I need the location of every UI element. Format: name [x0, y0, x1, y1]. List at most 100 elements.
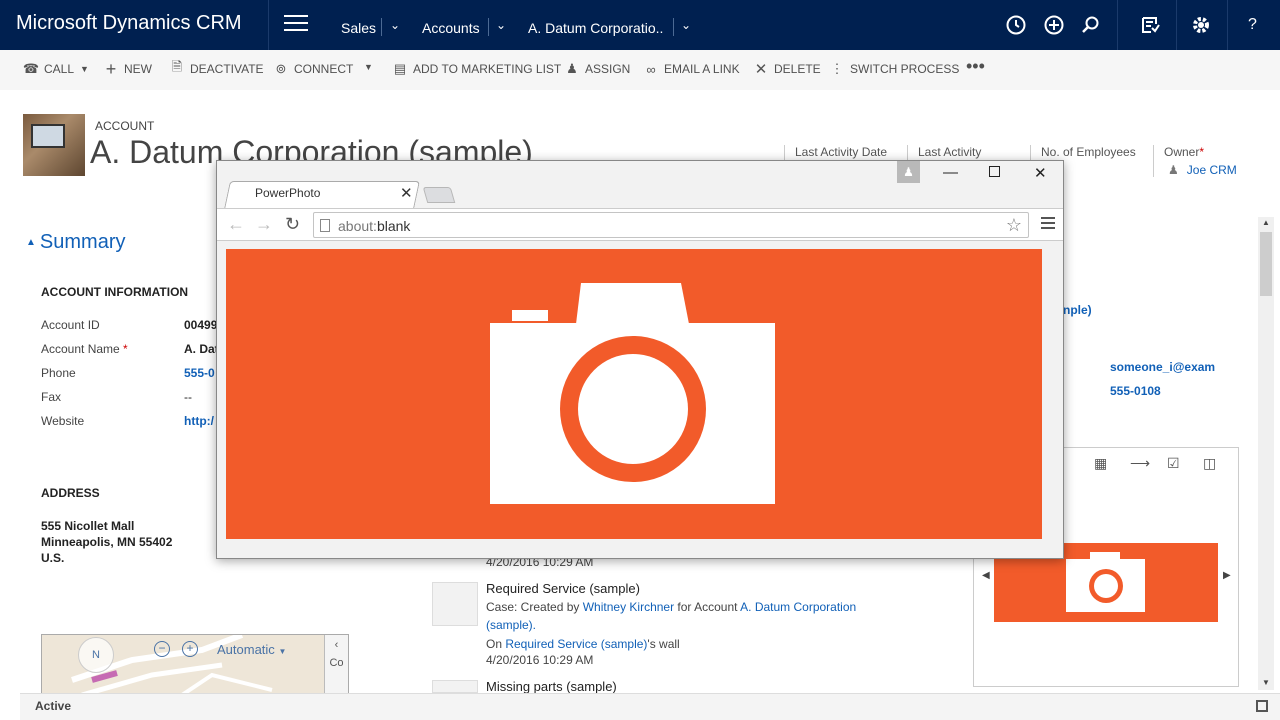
- hamburger-menu-icon[interactable]: [284, 15, 308, 33]
- dropdown-arrow-icon: ▼: [80, 64, 89, 74]
- address-heading: ADDRESS: [41, 486, 100, 500]
- text: On: [486, 637, 506, 651]
- new-button[interactable]: + NEW: [104, 59, 152, 79]
- feed-item-wall: On Required Service (sample)'s wall: [486, 637, 680, 651]
- field-value-fax[interactable]: --: [184, 390, 192, 404]
- forward-arrow-icon[interactable]: →: [255, 214, 273, 235]
- map-mode-label: Automatic: [217, 642, 275, 657]
- chevron-down-icon[interactable]: ⌄: [390, 18, 400, 32]
- text: for Account: [674, 600, 741, 614]
- field-label-phone: Phone: [41, 366, 76, 380]
- chevron-right-icon[interactable]: ▶: [1223, 570, 1231, 581]
- close-icon[interactable]: ✕: [1034, 164, 1047, 182]
- save-icon[interactable]: [1256, 700, 1268, 712]
- chevron-down-icon[interactable]: ⌄: [681, 18, 691, 32]
- deactivate-button[interactable]: 🗎 DEACTIVATE: [170, 59, 264, 76]
- nav-area-sales[interactable]: Sales: [341, 20, 376, 36]
- bookmark-star-icon[interactable]: ☆: [1006, 215, 1022, 236]
- assign-label: ASSIGN: [585, 62, 631, 76]
- recent-clock-icon[interactable]: [1005, 14, 1027, 36]
- nav-divider: [381, 18, 382, 36]
- owner-label: Owner: [1164, 145, 1200, 159]
- back-arrow-icon[interactable]: ←: [227, 214, 245, 235]
- nav-record[interactable]: A. Datum Corporatio..: [528, 20, 663, 36]
- address-bar[interactable]: about:blank ☆: [313, 212, 1029, 238]
- advanced-find-icon[interactable]: [1139, 14, 1161, 36]
- account-link[interactable]: A. Datum Corporation: [740, 600, 856, 614]
- scroll-up-arrow-icon[interactable]: ▲: [1262, 218, 1270, 227]
- pin-icon[interactable]: ⟶: [1130, 455, 1150, 471]
- field-value-account-id[interactable]: 00499: [184, 318, 217, 332]
- browser-menu-icon[interactable]: [1041, 217, 1055, 232]
- chevron-down-icon[interactable]: ⌄: [496, 18, 506, 32]
- owner-name: Joe CRM: [1186, 163, 1237, 177]
- browser-toolbar: ← → ↻ about:blank ☆: [217, 208, 1063, 241]
- email-link-button[interactable]: ∞ EMAIL A LINK: [644, 62, 739, 77]
- call-button[interactable]: ☎ CALL ▼: [22, 61, 89, 76]
- wall-link[interactable]: Required Service (sample): [505, 637, 647, 651]
- address-scheme: about:: [338, 218, 377, 234]
- gear-icon[interactable]: [1190, 14, 1212, 36]
- feed-item-description-cont: (sample).: [486, 618, 536, 632]
- delete-button[interactable]: ✕ DELETE: [754, 61, 821, 78]
- nav-entity-accounts[interactable]: Accounts: [422, 20, 480, 36]
- maximize-icon[interactable]: [989, 166, 1000, 177]
- address-block[interactable]: 555 Nicollet Mall Minneapolis, MN 55402 …: [41, 518, 172, 566]
- address-line: 555 Nicollet Mall: [41, 519, 135, 533]
- account-link[interactable]: (sample).: [486, 618, 536, 632]
- switch-process-button[interactable]: ⋮ SWITCH PROCESS: [830, 61, 960, 76]
- required-marker: *: [123, 342, 128, 356]
- scrollbar-thumb[interactable]: [1260, 232, 1272, 296]
- checkbox-icon[interactable]: ☑: [1167, 455, 1183, 471]
- connect-button[interactable]: ⊚ CONNECT: [274, 61, 354, 76]
- email-link[interactable]: someone_i@exam: [1110, 360, 1215, 374]
- profile-icon[interactable]: ♟: [897, 161, 920, 183]
- switch-process-label: SWITCH PROCESS: [850, 62, 960, 76]
- phone-link[interactable]: 555-0108: [1110, 384, 1161, 398]
- address-map[interactable]: N − + Automatic ▼ ‹ Co: [41, 634, 349, 694]
- browser-tab[interactable]: [224, 181, 420, 209]
- address-line: Minneapolis, MN 55402: [41, 535, 173, 549]
- text: Case: Created by: [486, 600, 583, 614]
- feed-item-title[interactable]: Missing parts (sample): [486, 679, 617, 694]
- field-value-phone[interactable]: 555-0: [184, 366, 215, 380]
- app-title[interactable]: Microsoft Dynamics CRM: [16, 12, 242, 35]
- phone-icon: ☎: [22, 61, 40, 76]
- chevron-left-icon[interactable]: ◀: [982, 570, 990, 581]
- assign-button[interactable]: ♟ ASSIGN: [565, 61, 631, 76]
- create-plus-icon[interactable]: [1043, 14, 1065, 36]
- powerphoto-content[interactable]: [226, 249, 1042, 539]
- map-side-panel[interactable]: ‹ Co: [324, 635, 348, 693]
- search-icon[interactable]: [1080, 14, 1102, 36]
- new-tab-button[interactable]: [422, 187, 456, 203]
- map-mode-select[interactable]: Automatic ▼: [217, 642, 286, 657]
- summary-section-toggle[interactable]: ▲ Summary: [26, 231, 125, 254]
- assign-icon: ♟: [566, 61, 578, 76]
- connect-dropdown-button[interactable]: ▼: [364, 62, 373, 72]
- field-value-website[interactable]: http:/: [184, 414, 214, 428]
- tab-title: PowerPhoto: [255, 186, 321, 200]
- marketing-label: ADD TO MARKETING LIST: [413, 62, 562, 76]
- minimize-icon[interactable]: —: [943, 164, 958, 181]
- feed-item-title[interactable]: Required Service (sample): [486, 581, 640, 596]
- more-commands-icon[interactable]: •••: [966, 56, 985, 77]
- zoom-out-icon[interactable]: −: [154, 641, 170, 657]
- delete-label: DELETE: [774, 62, 821, 76]
- zoom-in-icon[interactable]: +: [182, 641, 198, 657]
- tab-close-icon[interactable]: ✕: [400, 184, 413, 202]
- grid-icon[interactable]: ▦: [1094, 455, 1110, 471]
- primary-contact-link[interactable]: nple): [1063, 303, 1092, 317]
- address-line: U.S.: [41, 551, 65, 565]
- field-value-account-name[interactable]: A. Dat: [184, 342, 219, 356]
- add-to-marketing-list-button[interactable]: ▤ ADD TO MARKETING LIST: [393, 61, 562, 76]
- user-link[interactable]: Whitney Kirchner: [583, 600, 674, 614]
- owner-value[interactable]: ♟ Joe CRM: [1168, 163, 1237, 177]
- compass-icon[interactable]: N: [78, 637, 114, 673]
- account-image[interactable]: [23, 114, 85, 176]
- connect-icon: ⊚: [275, 61, 287, 76]
- required-marker: *: [1199, 145, 1205, 159]
- reload-icon[interactable]: ↻: [285, 214, 300, 235]
- clipboard-icon[interactable]: ◫: [1203, 455, 1219, 471]
- scroll-down-arrow-icon[interactable]: ▼: [1262, 678, 1270, 687]
- help-icon[interactable]: ?: [1248, 16, 1257, 34]
